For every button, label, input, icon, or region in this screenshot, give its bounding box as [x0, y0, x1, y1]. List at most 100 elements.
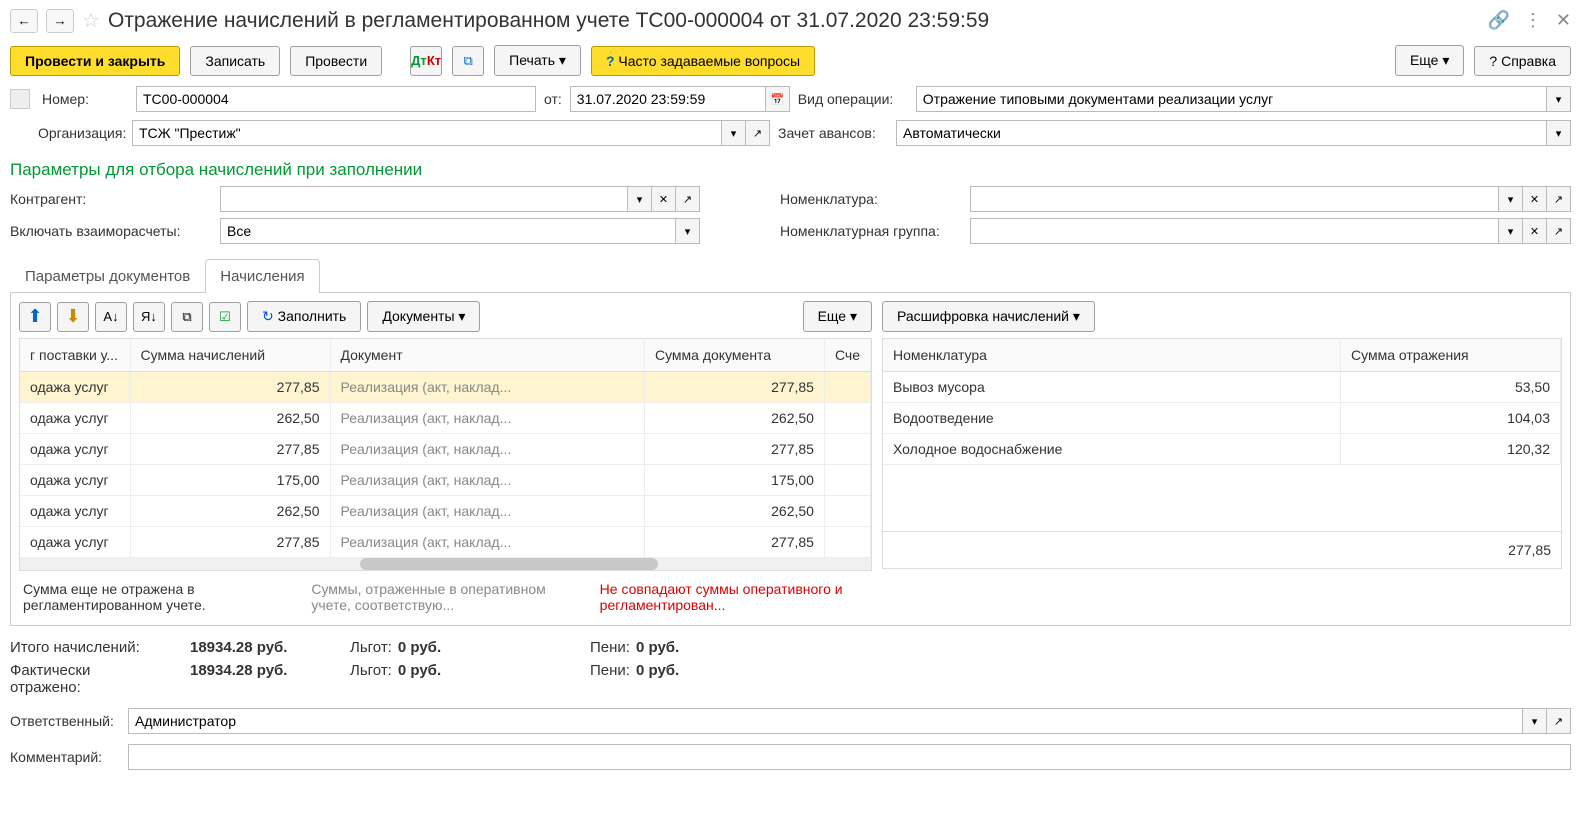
table-row[interactable]: одажа услуг277,85Реализация (акт, наклад…	[20, 434, 871, 465]
chevron-down-icon[interactable]: ▾	[628, 186, 652, 212]
clear-icon[interactable]: ✕	[1523, 218, 1547, 244]
clear-icon[interactable]: ✕	[652, 186, 676, 212]
chevron-down-icon[interactable]: ▾	[1523, 708, 1547, 734]
legend-2: Суммы, отраженные в оперативном учете, с…	[311, 581, 579, 613]
chevron-down-icon[interactable]: ▾	[722, 120, 746, 146]
open-icon[interactable]: ↗	[1547, 218, 1571, 244]
col-account[interactable]: Сче	[824, 339, 870, 372]
check-all-button[interactable]: ☑	[209, 302, 241, 332]
col-doc[interactable]: Документ	[330, 339, 644, 372]
table-row[interactable]: одажа услуг262,50Реализация (акт, наклад…	[20, 403, 871, 434]
col-docsum[interactable]: Сумма документа	[644, 339, 824, 372]
detail-footer-sum: 277,85	[883, 532, 1561, 568]
lgot-label: Льгот:	[350, 639, 392, 656]
total-reflected-value: 18934.28 руб.	[190, 662, 310, 696]
chevron-down-icon[interactable]: ▾	[1499, 218, 1523, 244]
col-nomen[interactable]: Номенклатура	[883, 339, 1341, 372]
responsible-input[interactable]	[128, 708, 1523, 734]
table-row[interactable]: одажа услуг175,00Реализация (акт, наклад…	[20, 465, 871, 496]
nomen-group-label: Номенклатурная группа:	[780, 223, 960, 239]
contractor-label: Контрагент:	[10, 191, 210, 207]
print-button[interactable]: Печать ▾	[494, 45, 581, 76]
comment-input[interactable]	[128, 744, 1571, 770]
save-button[interactable]: Записать	[190, 46, 280, 76]
number-label: Номер:	[42, 91, 128, 107]
structure-icon[interactable]: ⧉	[452, 46, 484, 76]
chevron-down-icon[interactable]: ▾	[1499, 186, 1523, 212]
comment-label: Комментарий:	[10, 749, 120, 765]
sort-asc-button[interactable]: A↓	[95, 302, 127, 332]
clear-icon[interactable]: ✕	[1523, 186, 1547, 212]
chevron-down-icon[interactable]: ▾	[1547, 120, 1571, 146]
lgot-value: 0 руб.	[398, 639, 441, 656]
calendar-icon[interactable]: 📅	[766, 86, 790, 112]
move-up-button[interactable]: ⬆	[19, 302, 51, 332]
org-label: Организация:	[38, 125, 124, 141]
settlement-label: Включать взаиморасчеты:	[10, 223, 210, 239]
org-input[interactable]	[132, 120, 722, 146]
open-icon[interactable]: ↗	[746, 120, 770, 146]
nomen-group-input[interactable]	[970, 218, 1499, 244]
legend-1: Сумма еще не отражена в регламентированн…	[23, 581, 291, 613]
col-delivery[interactable]: г поставки у...	[20, 339, 130, 372]
contractor-input[interactable]	[220, 186, 628, 212]
table-row[interactable]: Водоотведение104,03	[883, 403, 1561, 434]
open-icon[interactable]: ↗	[676, 186, 700, 212]
nav-back[interactable]: ←	[10, 9, 38, 33]
advance-input[interactable]	[896, 120, 1547, 146]
chevron-down-icon[interactable]: ▾	[676, 218, 700, 244]
detail-button[interactable]: Расшифровка начислений ▾	[882, 301, 1095, 332]
close-icon[interactable]: ✕	[1556, 10, 1571, 31]
optype-input[interactable]	[916, 86, 1547, 112]
nomen-label: Номенклатура:	[780, 191, 960, 207]
tab-nachisleniya[interactable]: Начисления	[205, 259, 319, 293]
table-row[interactable]: одажа услуг277,85Реализация (акт, наклад…	[20, 527, 871, 558]
h-scrollbar[interactable]	[20, 558, 871, 570]
post-button[interactable]: Провести	[290, 46, 382, 76]
open-icon[interactable]: ↗	[1547, 186, 1571, 212]
post-close-button[interactable]: Провести и закрыть	[10, 46, 180, 76]
open-icon[interactable]: ↗	[1547, 708, 1571, 734]
section-title: Параметры для отбора начислений при запо…	[10, 150, 1571, 186]
total-reflected-label: Фактически отражено:	[10, 662, 150, 696]
nav-forward[interactable]: →	[46, 9, 74, 33]
help-button[interactable]: ? Справка	[1474, 46, 1571, 76]
sort-desc-button[interactable]: Я↓	[133, 302, 165, 332]
copy-button[interactable]: ⧉	[171, 302, 203, 332]
col-reflect-sum[interactable]: Сумма отражения	[1341, 339, 1561, 372]
optype-label: Вид операции:	[798, 91, 908, 107]
documents-button[interactable]: Документы ▾	[367, 301, 480, 332]
responsible-label: Ответственный:	[10, 713, 120, 729]
kebab-icon[interactable]: ⋮	[1524, 10, 1542, 31]
advance-label: Зачет авансов:	[778, 125, 888, 141]
move-down-button[interactable]: ⬇	[57, 302, 89, 332]
settlement-input[interactable]	[220, 218, 676, 244]
detail-table[interactable]: Номенклатура Сумма отражения Вывоз мусор…	[883, 339, 1561, 465]
table-row[interactable]: одажа услуг277,85Реализация (акт, наклад…	[20, 372, 871, 403]
peni-label: Пени:	[590, 639, 630, 656]
dtct-icon[interactable]: ДтКт	[410, 46, 442, 76]
left-more-button[interactable]: Еще ▾	[803, 301, 872, 332]
date-input[interactable]	[570, 86, 766, 112]
col-sum[interactable]: Сумма начислений	[130, 339, 330, 372]
tab-params[interactable]: Параметры документов	[10, 259, 205, 293]
total-accruals-value: 18934.28 руб.	[190, 639, 310, 656]
table-row[interactable]: одажа услуг262,50Реализация (акт, наклад…	[20, 496, 871, 527]
total-accruals-label: Итого начислений:	[10, 639, 150, 656]
legend-3: Не совпадают суммы оперативного и реглам…	[600, 581, 868, 613]
link-icon[interactable]: 🔗	[1487, 10, 1509, 31]
number-input[interactable]	[136, 86, 536, 112]
page-title: Отражение начислений в регламентированно…	[108, 9, 1480, 33]
table-row[interactable]: Вывоз мусора53,50	[883, 372, 1561, 403]
faq-button[interactable]: ? Часто задаваемые вопросы	[591, 46, 815, 76]
table-row[interactable]: Холодное водоснабжение120,32	[883, 434, 1561, 465]
peni-value: 0 руб.	[636, 639, 679, 656]
nomen-input[interactable]	[970, 186, 1499, 212]
doc-icon	[10, 89, 30, 109]
star-icon[interactable]: ☆	[82, 8, 100, 33]
fill-button[interactable]: ↻ Заполнить	[247, 301, 361, 332]
chevron-down-icon[interactable]: ▾	[1547, 86, 1571, 112]
accruals-table[interactable]: г поставки у... Сумма начислений Докумен…	[20, 339, 871, 558]
date-label: от:	[544, 91, 562, 107]
more-button[interactable]: Еще ▾	[1395, 45, 1464, 76]
